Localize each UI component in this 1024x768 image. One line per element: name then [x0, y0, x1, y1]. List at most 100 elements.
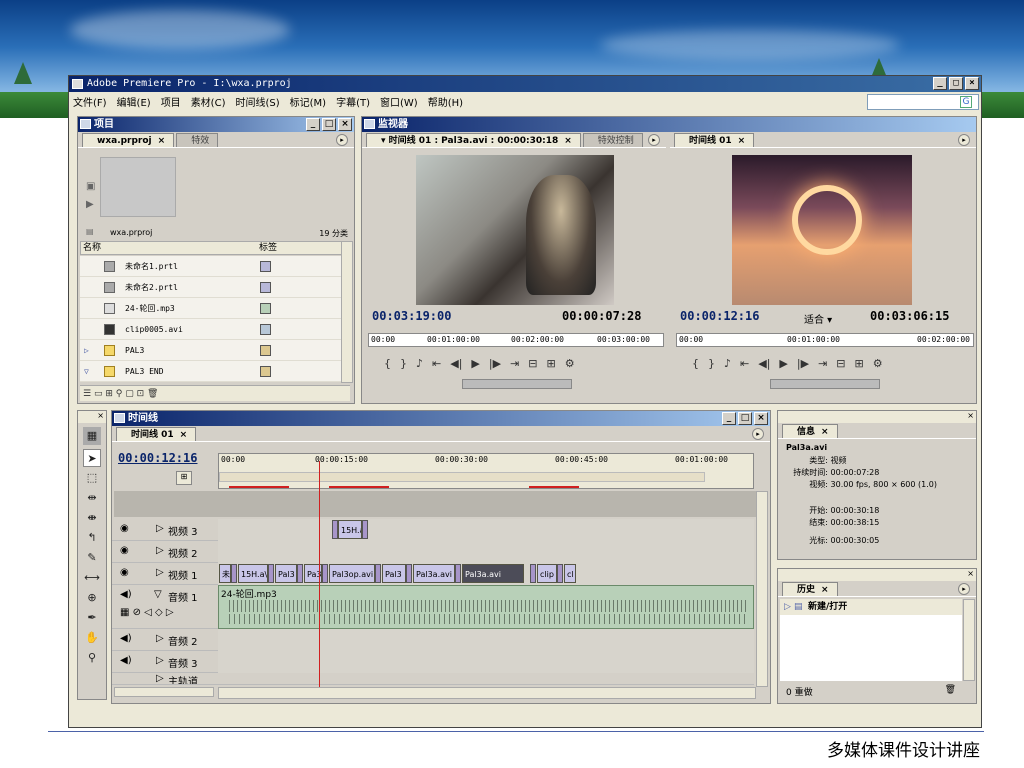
razor-tool-icon[interactable]: ✎: [83, 549, 101, 567]
list-item[interactable]: ▽ PAL3 END: [80, 361, 345, 382]
transition[interactable]: [268, 564, 274, 583]
rolling-edit-tool-icon[interactable]: ⇼: [83, 509, 101, 527]
mark-in-icon[interactable]: {: [384, 357, 391, 370]
timeline-clip[interactable]: cl: [564, 564, 576, 583]
transition[interactable]: [406, 564, 412, 583]
list-item[interactable]: clip0005.avi: [80, 319, 345, 340]
zoom-select[interactable]: 适合 ▾: [804, 311, 832, 326]
tab-project-file[interactable]: wxa.prproj ×: [82, 133, 175, 147]
expand-icon[interactable]: ▷: [156, 523, 164, 534]
insert-icon[interactable]: ⊟: [528, 357, 537, 370]
eye-icon[interactable]: ◉: [120, 523, 129, 534]
selection-tool-icon[interactable]: ➤: [83, 449, 101, 467]
source-jog-shuttle[interactable]: [462, 379, 572, 389]
expand-icon[interactable]: ▷: [156, 567, 164, 578]
speaker-icon[interactable]: ◀): [120, 589, 132, 600]
timeline-clip[interactable]: Pal3a.avi: [413, 564, 455, 583]
safe-margin-icon[interactable]: ⊞: [547, 357, 556, 370]
tab-source[interactable]: ▾ 时间线 01 : Pal3a.avi : 00:00:30:18 ×: [366, 133, 581, 147]
timeline-ruler[interactable]: 00:00 00:00:15:00 00:00:30:00 00:00:45:0…: [218, 453, 754, 489]
rate-stretch-tool-icon[interactable]: ↰: [83, 529, 101, 547]
expand-icon[interactable]: ▷: [84, 340, 89, 361]
audio-clip[interactable]: 24-轮回.mp3: [218, 585, 754, 629]
timeline-clip[interactable]: Pal3op.avi: [329, 564, 375, 583]
menu-marker[interactable]: 标记(M): [290, 94, 326, 109]
list-item[interactable]: 未命名2.prtl: [80, 277, 345, 298]
play-icon[interactable]: ▶: [779, 357, 787, 370]
project-minimize-button[interactable]: _: [306, 118, 320, 131]
project-close-button[interactable]: ×: [338, 118, 352, 131]
history-scrollbar[interactable]: [963, 599, 975, 681]
menu-project[interactable]: 项目: [161, 94, 181, 109]
work-area-bar[interactable]: [219, 472, 705, 482]
timeline-menu-button[interactable]: ▸: [752, 428, 764, 440]
timeline-clip-selected[interactable]: Pal3a.avi: [462, 564, 524, 583]
list-item[interactable]: 24-轮回.mp3: [80, 298, 345, 319]
trash-icon[interactable]: 🗑: [945, 685, 956, 695]
slip-tool-icon[interactable]: ⟷: [83, 569, 101, 587]
menu-window[interactable]: 窗口(W): [380, 94, 418, 109]
timeline-clip[interactable]: Pal3: [382, 564, 406, 583]
transition[interactable]: [322, 564, 328, 583]
step-forward-icon[interactable]: |▶: [797, 357, 809, 370]
safe-margin-icon[interactable]: ⊞: [855, 357, 864, 370]
speaker-icon[interactable]: ◀): [120, 655, 132, 666]
set-marker-icon[interactable]: ♪: [416, 357, 423, 370]
menu-file[interactable]: 文件(F): [73, 94, 107, 109]
tab-program[interactable]: 时间线 01 ×: [674, 133, 755, 147]
google-icon[interactable]: G: [960, 96, 972, 108]
program-timecode[interactable]: 00:00:12:16: [680, 309, 759, 323]
menu-help[interactable]: 帮助(H): [428, 94, 463, 109]
tab-effects[interactable]: 特效: [176, 133, 219, 147]
mark-out-icon[interactable]: }: [400, 357, 407, 370]
goto-in-icon[interactable]: ⇤: [432, 357, 441, 370]
history-item[interactable]: ▷ ▤ 新建/打开: [780, 599, 962, 615]
panel-menu-button[interactable]: ▸: [336, 134, 348, 146]
program-jog-shuttle[interactable]: [770, 379, 880, 389]
output-icon[interactable]: ⚙: [873, 357, 883, 370]
delete-icon[interactable]: 🗑: [147, 389, 158, 399]
timeline-close-button[interactable]: ×: [754, 412, 768, 425]
timeline-clip[interactable]: clip: [537, 564, 557, 583]
timeline-clip[interactable]: 15H.a: [338, 520, 362, 539]
timeline-h-scrollbar[interactable]: [218, 687, 756, 699]
slide-tool-icon[interactable]: ⊕: [83, 589, 101, 607]
set-marker-icon[interactable]: ♪: [724, 357, 731, 370]
transition[interactable]: [455, 564, 461, 583]
list-view-icon[interactable]: ☰: [83, 389, 91, 399]
new-item-icon[interactable]: ⊡: [137, 389, 145, 399]
step-forward-icon[interactable]: |▶: [489, 357, 501, 370]
collapse-icon[interactable]: ▽: [84, 361, 89, 382]
timeline-clip[interactable]: Pal3: [275, 564, 297, 583]
goto-out-icon[interactable]: ⇥: [818, 357, 827, 370]
source-ruler[interactable]: 00:00 00:01:00:00 00:02:00:00 00:03:00:0…: [368, 333, 664, 347]
menu-sequence[interactable]: 时间线(S): [235, 94, 279, 109]
new-bin-icon[interactable]: ▢: [125, 389, 134, 399]
project-maximize-button[interactable]: □: [322, 118, 336, 131]
column-name[interactable]: 名称: [83, 242, 101, 254]
close-button[interactable]: ×: [965, 77, 979, 90]
transition[interactable]: [375, 564, 381, 583]
transition[interactable]: [362, 520, 368, 539]
info-close-button[interactable]: ×: [778, 411, 976, 423]
maximize-button[interactable]: □: [949, 77, 963, 90]
pen-tool-icon[interactable]: ✒: [83, 609, 101, 627]
timeline-clip[interactable]: 未: [219, 564, 231, 583]
timeline-maximize-button[interactable]: □: [738, 412, 752, 425]
timeline-clip[interactable]: 15H.a\: [238, 564, 268, 583]
goto-in-icon[interactable]: ⇤: [740, 357, 749, 370]
tab-history[interactable]: 历史 ×: [782, 582, 838, 596]
ripple-edit-tool-icon[interactable]: ⇹: [83, 489, 101, 507]
history-menu-button[interactable]: ▸: [958, 583, 970, 595]
hand-tool-icon[interactable]: ✋: [83, 629, 101, 647]
step-back-icon[interactable]: ◀|: [450, 357, 462, 370]
transition[interactable]: [557, 564, 563, 583]
minimize-button[interactable]: _: [933, 77, 947, 90]
column-label[interactable]: 标签: [259, 242, 277, 254]
expand-icon[interactable]: ▷: [156, 633, 164, 644]
eye-icon[interactable]: ◉: [120, 567, 129, 578]
list-item[interactable]: 未命名1.prtl: [80, 256, 345, 277]
history-close-button[interactable]: ×: [778, 569, 976, 581]
source-timecode[interactable]: 00:03:19:00: [372, 309, 451, 323]
output-icon[interactable]: ⚙: [565, 357, 575, 370]
